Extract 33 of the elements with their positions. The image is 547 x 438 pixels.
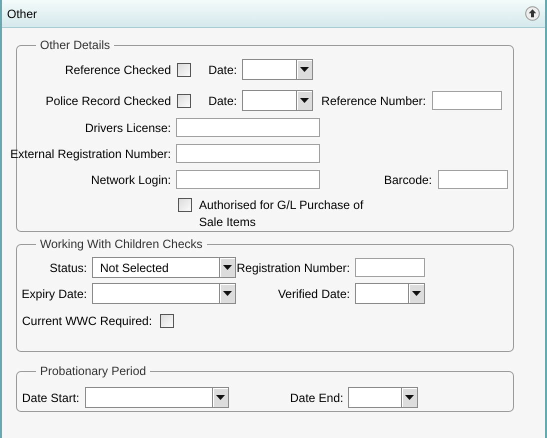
field-label: Reference Checked [64, 62, 171, 78]
field-label: Network Login: [90, 172, 171, 188]
text-field[interactable] [176, 144, 320, 163]
text-field[interactable] [438, 170, 508, 189]
field-label: Date End: [290, 390, 344, 406]
field-label: Date: [208, 62, 237, 78]
field-label: Drivers License: [84, 120, 171, 136]
dropdown[interactable]: Not Selected [92, 257, 236, 278]
panel-title: Other [7, 6, 38, 22]
field-label: Verified Date: [278, 286, 350, 302]
field-label: External Registration Number: [10, 146, 171, 162]
field-label: Registration Number: [236, 260, 350, 276]
field-label: Barcode: [384, 172, 432, 188]
checkbox-label: Authorised for G/L Purchase of Sale Items [199, 197, 364, 231]
field-label: Reference Number: [321, 92, 426, 110]
group-legend: Other Details [36, 36, 114, 54]
field-label: Date Start: [22, 390, 80, 406]
field-label: Status: [50, 260, 87, 276]
field-label: Date: [208, 92, 237, 110]
field-label: Current WWC Required: [22, 313, 152, 330]
text-field[interactable] [432, 91, 502, 110]
field-label: Expiry Date: [22, 286, 87, 302]
collapse-icon[interactable] [525, 6, 540, 21]
checkbox[interactable] [160, 314, 174, 328]
group-legend: Probationary Period [36, 362, 150, 380]
text-field[interactable] [176, 118, 320, 137]
checkbox[interactable] [177, 62, 191, 76]
text-field[interactable] [176, 170, 320, 189]
group-legend: Working With Children Checks [36, 235, 206, 253]
text-field[interactable] [355, 258, 425, 277]
checkbox[interactable] [178, 198, 192, 212]
checkbox[interactable] [177, 94, 191, 108]
field-label: Police Record Checked [46, 92, 171, 110]
